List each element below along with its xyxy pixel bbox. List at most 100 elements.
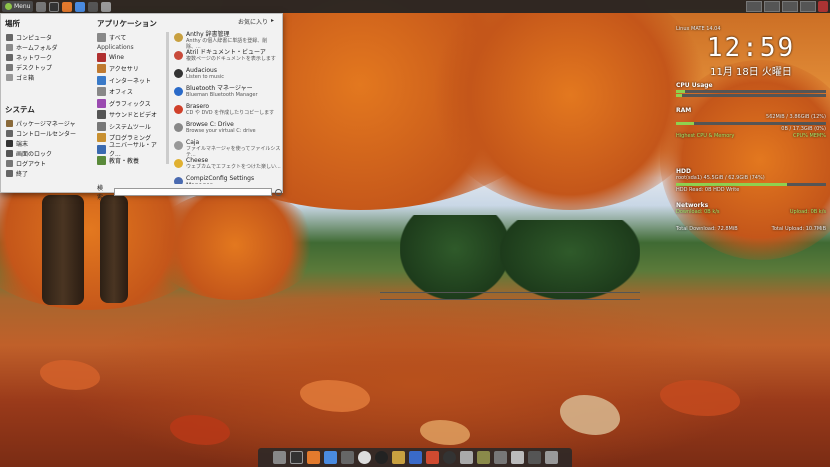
system-title: システム bbox=[5, 105, 35, 114]
package-icon bbox=[6, 119, 13, 127]
application-list: Anthy 辞書管理 Anthy の個人辞書に単語を登録、削除、... Atril… bbox=[174, 30, 281, 184]
archive-dock-icon[interactable] bbox=[476, 451, 490, 464]
mint-logo-icon bbox=[5, 3, 12, 10]
app-launcher-icon[interactable] bbox=[88, 1, 99, 12]
category-sound-video[interactable]: サウンドとビデオ bbox=[95, 109, 165, 121]
wallpaper-leaf bbox=[660, 380, 740, 416]
search-label: 検索: bbox=[97, 185, 106, 201]
conky-hdd-title: HDD bbox=[676, 168, 691, 175]
office-icon bbox=[97, 87, 106, 97]
conky-ram-value: 562MiB / 3.86GiB (12%) bbox=[766, 114, 826, 120]
app-dock-icon[interactable] bbox=[510, 451, 524, 464]
trash-dock-icon[interactable] bbox=[544, 451, 558, 464]
tray-item[interactable] bbox=[782, 1, 798, 12]
top-panel: Menu bbox=[0, 0, 830, 13]
app-dock-icon[interactable] bbox=[425, 451, 439, 464]
conky-date: 11月 18日 火曜日 bbox=[710, 67, 792, 78]
conky-distro-label: Linux MATE 14.04 bbox=[676, 26, 721, 32]
video-dock-icon[interactable] bbox=[391, 451, 405, 464]
eye-dock-icon[interactable] bbox=[357, 451, 371, 464]
category-scrollbar[interactable] bbox=[166, 32, 169, 164]
editor-dock-icon[interactable] bbox=[459, 451, 473, 464]
category-all[interactable]: すべて bbox=[95, 32, 165, 44]
app-item-atril[interactable]: Atril ドキュメント・ビューア 複数ページのドキュメントを表示します bbox=[174, 49, 281, 66]
internet-icon bbox=[97, 75, 106, 85]
search-icon[interactable] bbox=[275, 188, 282, 196]
app-item-caja[interactable]: Caja ファイルマネージャを使ってファイルシステ... bbox=[174, 139, 281, 158]
education-icon bbox=[97, 156, 106, 166]
applications-title: アプリケーション bbox=[97, 19, 157, 28]
firefox-dock-icon[interactable] bbox=[306, 451, 320, 464]
music-dock-icon[interactable] bbox=[408, 451, 422, 464]
favorites-button[interactable]: お気に入り ▸ bbox=[238, 17, 274, 26]
category-wine[interactable]: Wine bbox=[95, 52, 165, 64]
caja-icon bbox=[174, 141, 183, 150]
terminal-dock-icon[interactable] bbox=[289, 451, 303, 464]
app-item-browse-c-drive[interactable]: Browse C: Drive Browse your virtual C: dr… bbox=[174, 121, 281, 138]
sound-video-icon bbox=[97, 110, 106, 120]
system-package-manager[interactable]: パッケージマネージャ bbox=[3, 118, 93, 128]
conky-hdd-root: root(sda1) 45.5GiB / 62.9GiB (74%) bbox=[676, 175, 765, 181]
search-input[interactable] bbox=[113, 188, 273, 196]
place-home[interactable]: ホームフォルダ bbox=[3, 42, 93, 52]
wallpaper-trees bbox=[500, 220, 640, 300]
firefox-launcher-icon[interactable] bbox=[62, 1, 73, 12]
app-item-bluetooth[interactable]: Bluetooth マネージャー Blueman Bluetooth Manage… bbox=[174, 85, 281, 102]
conky-procs-title: Highest CPU & Memory CPU% MEM% bbox=[676, 133, 826, 139]
cpu-bar bbox=[676, 94, 826, 97]
system-control-center[interactable]: コントロールセンター bbox=[3, 128, 93, 138]
system-shutdown[interactable]: 終了 bbox=[3, 168, 93, 178]
app-item-audacious[interactable]: Audacious Listen to music bbox=[174, 67, 281, 84]
main-menu-button[interactable]: Menu bbox=[2, 1, 34, 12]
places-column: 場所 コンピュータ ホームフォルダ ネットワーク デスクトップ ゴミ箱 システム… bbox=[3, 17, 93, 178]
app-dock-icon[interactable] bbox=[340, 451, 354, 464]
category-graphics[interactable]: グラフィックス bbox=[95, 98, 165, 110]
logout-icon bbox=[6, 159, 13, 167]
tray-item[interactable] bbox=[746, 1, 762, 12]
category-office[interactable]: オフィス bbox=[95, 86, 165, 98]
app-dock-icon[interactable] bbox=[527, 451, 541, 464]
conky-ram-title: RAM bbox=[676, 107, 692, 114]
chrome-launcher-icon[interactable] bbox=[75, 1, 86, 12]
system-logout[interactable]: ログアウト bbox=[3, 158, 93, 168]
app-launcher-icon[interactable] bbox=[101, 1, 112, 12]
hdd-bar bbox=[676, 183, 826, 186]
tray-item[interactable] bbox=[764, 1, 780, 12]
app-item-brasero[interactable]: Brasero CD や DVD を作成したりコピーします bbox=[174, 103, 281, 120]
category-universal-access[interactable]: ユニバーサル・アク... bbox=[95, 142, 165, 158]
category-accessories[interactable]: アクセサリ bbox=[95, 63, 165, 75]
settings-dock-icon[interactable] bbox=[493, 451, 507, 464]
place-trash[interactable]: ゴミ箱 bbox=[3, 72, 93, 82]
cheese-icon bbox=[174, 159, 183, 168]
chrome-dock-icon[interactable] bbox=[323, 451, 337, 464]
ram-bar bbox=[676, 122, 826, 125]
conky-system-monitor: Linux MATE 14.04 12:59 11月 18日 火曜日 CPU U… bbox=[676, 26, 826, 233]
menu-button-label: Menu bbox=[14, 3, 31, 10]
network-icon bbox=[6, 53, 13, 61]
system-terminal[interactable]: 端末 bbox=[3, 138, 93, 148]
place-computer[interactable]: コンピュータ bbox=[3, 32, 93, 42]
file-manager-launcher-icon[interactable] bbox=[36, 1, 47, 12]
conky-network-speed: Download: 0B k/s Upload: 0B k/s bbox=[676, 209, 826, 215]
wallpaper-trunk bbox=[100, 195, 128, 303]
trash-icon bbox=[6, 73, 13, 81]
app-item-anthy[interactable]: Anthy 辞書管理 Anthy の個人辞書に単語を登録、削除、... bbox=[174, 31, 281, 50]
files-dock-icon[interactable] bbox=[272, 451, 286, 464]
atril-icon bbox=[174, 51, 183, 60]
system-tray bbox=[746, 1, 816, 12]
universal-access-icon bbox=[97, 144, 106, 154]
power-icon[interactable] bbox=[818, 1, 828, 12]
place-desktop[interactable]: デスクトップ bbox=[3, 62, 93, 72]
system-tools-icon bbox=[97, 121, 106, 131]
terminal-launcher-icon[interactable] bbox=[49, 1, 60, 12]
app-item-cheese[interactable]: Cheese ウェブカムでエフェクトをつけた楽しい... bbox=[174, 157, 281, 174]
tray-item[interactable] bbox=[800, 1, 816, 12]
category-system-tools[interactable]: システムツール bbox=[95, 121, 165, 133]
media-dock-icon[interactable] bbox=[374, 451, 388, 464]
place-network[interactable]: ネットワーク bbox=[3, 52, 93, 62]
computer-icon bbox=[6, 33, 13, 41]
app-dock-icon[interactable] bbox=[442, 451, 456, 464]
category-internet[interactable]: インターネット bbox=[95, 75, 165, 87]
system-lock-screen[interactable]: 画面のロック bbox=[3, 148, 93, 158]
favorites-label: お気に入り bbox=[237, 19, 268, 26]
